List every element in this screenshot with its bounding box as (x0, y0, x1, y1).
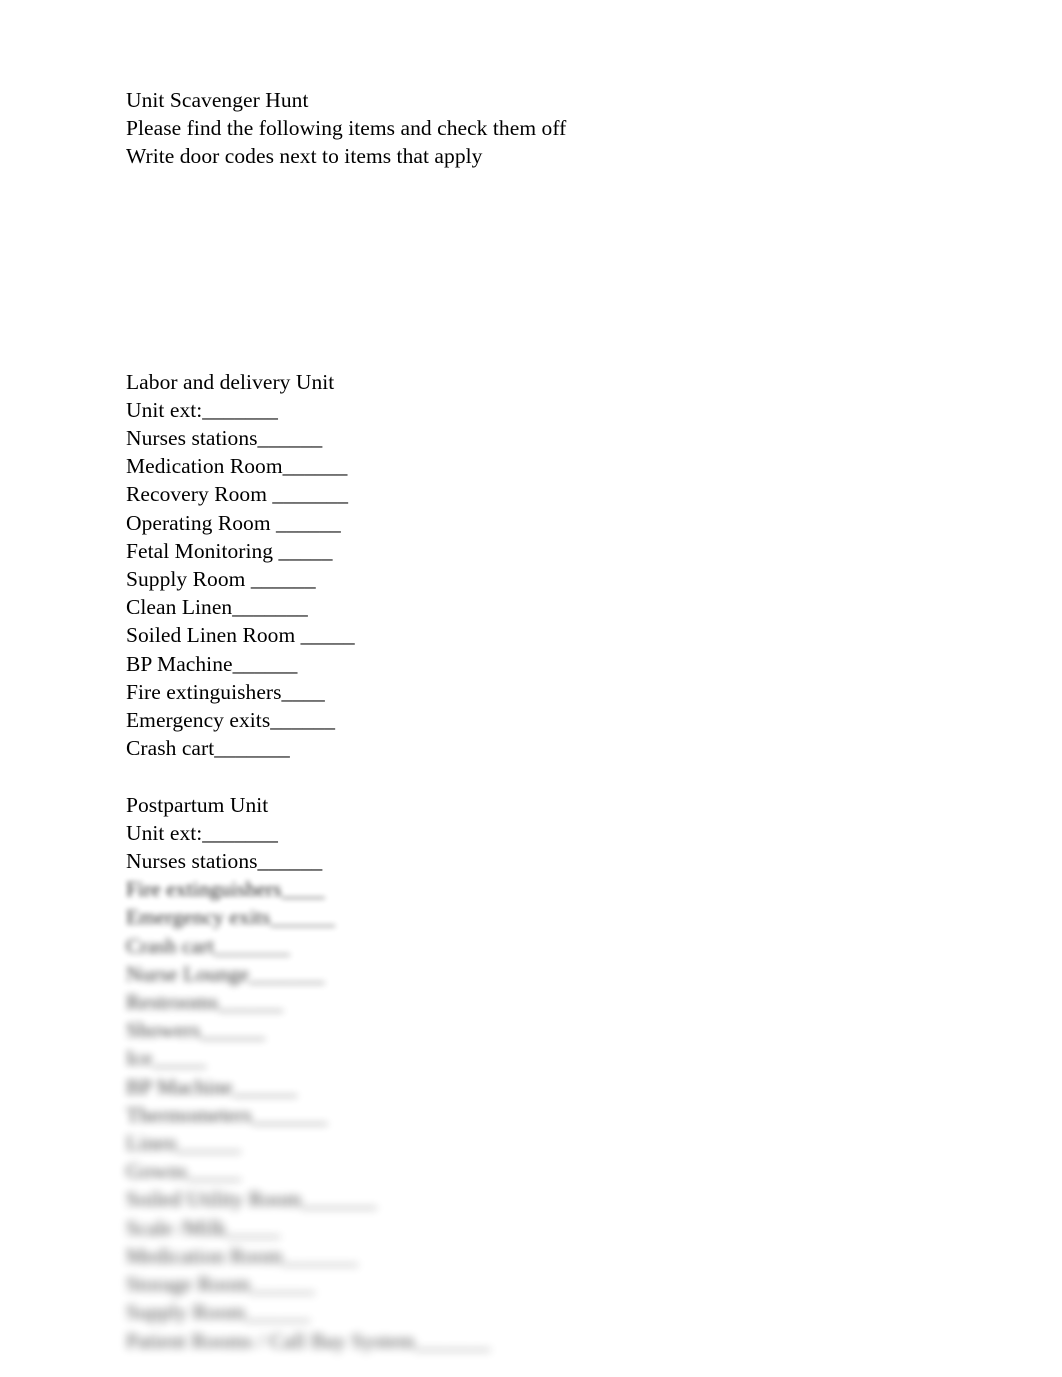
checklist-item-ice[interactable]: Ice_____ (126, 1044, 946, 1072)
checklist-item-thermometers[interactable]: Thermometers_______ (126, 1101, 946, 1129)
checklist-item-fire-extinguishers[interactable]: Fire extinguishers____ (126, 875, 946, 903)
checklist-item-soiled-utility-room[interactable]: Soiled Utility Room_______ (126, 1185, 946, 1213)
section-heading: Postpartum Unit (126, 792, 269, 817)
checklist-item-showers[interactable]: Showers______ (126, 1016, 946, 1044)
checklist-item-nurses-stations[interactable]: Nurses stations______ (126, 424, 946, 452)
checklist-item-restrooms[interactable]: Restrooms______ (126, 988, 946, 1016)
section-heading: Labor and delivery Unit (126, 369, 335, 394)
checklist-item-gowns[interactable]: Gowns_____ (126, 1157, 946, 1185)
checklist-item-medication-room[interactable]: Medication Room______ (126, 452, 946, 480)
checklist-item-unit-ext[interactable]: Unit ext:_______ (126, 396, 946, 424)
checklist-item-linen[interactable]: Linen______ (126, 1129, 946, 1157)
checklist-item-supply-room[interactable]: Supply Room______ (126, 1298, 946, 1326)
blurred-preview-region: Fire extinguishers____ Emergency exits__… (126, 875, 946, 1354)
page-title: Unit Scavenger Hunt (126, 88, 309, 112)
checklist-item-operating-room[interactable]: Operating Room ______ (126, 509, 946, 537)
checklist-item-emergency-exits[interactable]: Emergency exits______ (126, 706, 946, 734)
checklist-item-supply-room[interactable]: Supply Room ______ (126, 565, 946, 593)
checklist-item-patient-rooms-call-bay-system[interactable]: Patient Rooms / Call Bay System_______ (126, 1327, 946, 1355)
checklist-item-nurses-stations[interactable]: Nurses stations______ (126, 847, 946, 875)
checklist-item-nurse-lounge[interactable]: Nurse Lounge_______ (126, 960, 946, 988)
checklist-item-scale-milk[interactable]: Scale /Milk_____ (126, 1214, 946, 1242)
section-labor-and-delivery: Labor and delivery Unit Unit ext:_______… (126, 368, 946, 763)
checklist-item-crash-cart[interactable]: Crash cart_______ (126, 734, 946, 762)
checklist-item-soiled-linen-room[interactable]: Soiled Linen Room _____ (126, 621, 946, 649)
header-body-gap (126, 171, 946, 368)
checklist-item-fetal-monitoring[interactable]: Fetal Monitoring _____ (126, 537, 946, 565)
document-page: Unit Scavenger Hunt Please find the foll… (0, 0, 1062, 1377)
checklist-item-crash-cart[interactable]: Crash cart_______ (126, 932, 946, 960)
checklist-item-unit-ext[interactable]: Unit ext:_______ (126, 819, 946, 847)
checklist-item-fire-extinguishers[interactable]: Fire extinguishers____ (126, 678, 946, 706)
checklist-item-storage-room[interactable]: Storage Room______ (126, 1270, 946, 1298)
checklist-item-recovery-room[interactable]: Recovery Room _______ (126, 480, 946, 508)
checklist-item-bp-machine[interactable]: BP Machine______ (126, 1073, 946, 1101)
section-postpartum: Postpartum Unit Unit ext:_______ Nurses … (126, 791, 946, 876)
checklist-item-emergency-exits[interactable]: Emergency exits______ (126, 903, 946, 931)
checklist-item-bp-machine[interactable]: BP Machine______ (126, 650, 946, 678)
instruction-line-1: Please find the following items and chec… (126, 116, 567, 141)
instruction-line-2: Write door codes next to items that appl… (126, 144, 483, 169)
checklist-item-medication-room[interactable]: Medication Room_______ (126, 1242, 946, 1270)
document-body: Unit Scavenger Hunt Please find the foll… (126, 86, 946, 1355)
checklist-item-clean-linen[interactable]: Clean Linen_______ (126, 593, 946, 621)
